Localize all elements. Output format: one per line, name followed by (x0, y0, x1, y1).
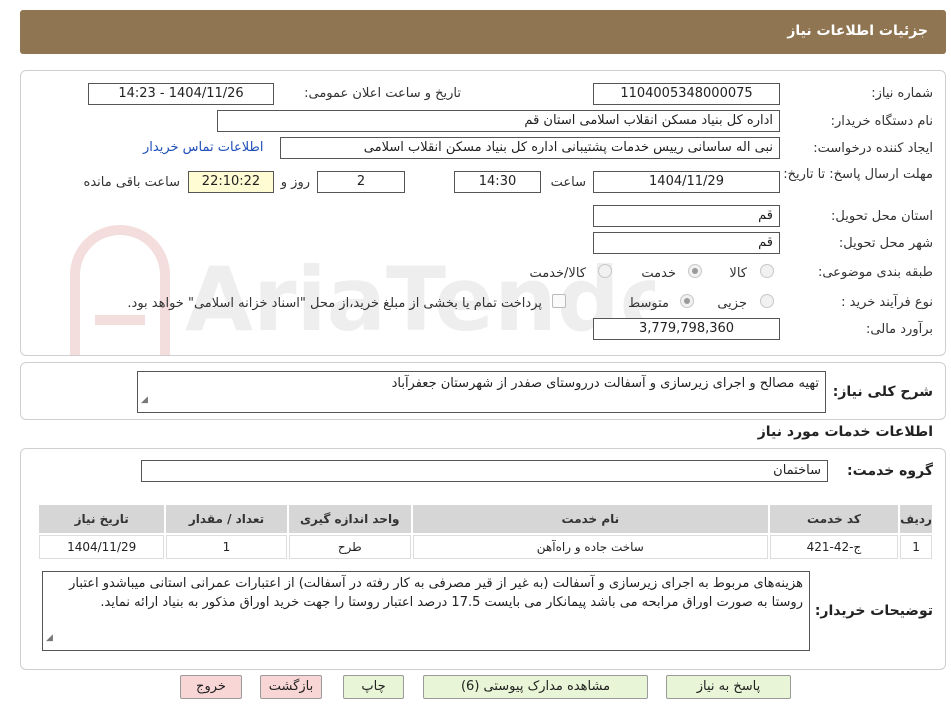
deadline-label: مهلت ارسال پاسخ: تا تاریخ: (783, 167, 933, 182)
category-goods-label: کالا (729, 266, 747, 281)
exit-button[interactable]: خروج (180, 675, 242, 699)
reply-button[interactable]: پاسخ به نیاز (666, 675, 791, 699)
cell-unit: طرح (288, 535, 411, 559)
col-quantity: تعداد / مقدار (166, 505, 287, 533)
deadline-time-label: ساعت (550, 175, 586, 190)
buyer-contact-link[interactable]: اطلاعات تماس خریدار (143, 140, 263, 155)
service-group-field: ساختمان (141, 460, 828, 482)
page-header: جزئیات اطلاعات نیاز (20, 10, 946, 54)
remaining-label: ساعت باقی مانده (83, 175, 180, 190)
cell-quantity: 1 (166, 535, 287, 559)
province-field: قم (593, 205, 780, 227)
creator-field: نبی اله ساسانی رییس خدمات پشتیبانی اداره… (280, 137, 780, 159)
buyer-notes-label: توضیحات خریدار: (814, 603, 933, 619)
col-unit: واحد اندازه گیری (288, 505, 411, 533)
print-button[interactable]: چاپ (343, 675, 404, 699)
announce-label: تاریخ و ساعت اعلان عمومی: (304, 86, 461, 101)
buyer-notes-textarea[interactable]: هزینه‌های مربوط به اجرای زیرسازی و آسفال… (42, 571, 810, 651)
deadline-date-field: 1404/11/29 (593, 171, 780, 193)
budget-label: برآورد مالی: (866, 322, 933, 337)
deadline-time-field: 14:30 (454, 171, 541, 193)
category-both-radio[interactable] (598, 264, 612, 278)
table-row: 1 ج-42-421 ساخت جاده و راه‌آهن طرح 1 140… (39, 535, 932, 559)
buyer-notes-text: هزینه‌های مربوط به اجرای زیرسازی و آسفال… (69, 576, 803, 610)
description-label: شرح کلی نیاز: (832, 384, 933, 400)
col-service-code: کد خدمت (769, 505, 899, 533)
treasury-payment-checkbox[interactable] (552, 294, 566, 308)
resize-handle-icon[interactable]: ◢ (141, 391, 148, 410)
province-label: استان محل تحویل: (831, 209, 933, 224)
service-group-label: گروه خدمت: (847, 463, 933, 479)
category-service-label: خدمت (641, 266, 676, 281)
buyer-org-label: نام دستگاه خریدار: (830, 114, 933, 129)
process-minor-label: جزیی (717, 296, 747, 311)
category-goods-radio[interactable] (760, 264, 774, 278)
need-number-label: شماره نیاز: (871, 86, 933, 101)
col-service-name: نام خدمت (412, 505, 768, 533)
back-button[interactable]: بازگشت (260, 675, 322, 699)
description-text: تهیه مصالح و اجرای زیرسازی و آسفالت دررو… (391, 376, 819, 391)
category-label: طبقه بندی موضوعی: (817, 265, 933, 280)
process-medium-radio[interactable] (680, 294, 694, 308)
table-header-row: ردیف کد خدمت نام خدمت واحد اندازه گیری ت… (39, 505, 932, 533)
description-textarea[interactable]: تهیه مصالح و اجرای زیرسازی و آسفالت دررو… (137, 371, 826, 413)
view-attachments-button[interactable]: مشاهده مدارک پیوستی (6) (423, 675, 648, 699)
process-medium-label: متوسط (628, 296, 669, 311)
cell-service-name: ساخت جاده و راه‌آهن (412, 535, 768, 559)
days-label: روز و (280, 175, 310, 190)
services-title: اطلاعات خدمات مورد نیاز (757, 424, 933, 440)
payment-note: پرداخت تمام یا بخشی از مبلغ خرید،از محل … (127, 296, 542, 311)
resize-handle-icon[interactable]: ◢ (46, 629, 53, 648)
col-need-date: تاریخ نیاز (39, 505, 165, 533)
category-both-label: کالا/خدمت (529, 266, 586, 281)
process-label: نوع فرآیند خرید : (841, 295, 933, 310)
need-number-field: 1104005348000075 (593, 83, 780, 105)
services-table: ردیف کد خدمت نام خدمت واحد اندازه گیری ت… (37, 503, 934, 561)
process-minor-radio[interactable] (760, 294, 774, 308)
cell-service-code: ج-42-421 (769, 535, 899, 559)
announce-field: 1404/11/26 - 14:23 (88, 83, 274, 105)
days-field: 2 (317, 171, 405, 193)
remaining-time-field: 22:10:22 (188, 171, 274, 193)
cell-need-date: 1404/11/29 (39, 535, 165, 559)
category-service-radio[interactable] (688, 264, 702, 278)
buyer-org-field: اداره کل بنیاد مسکن انقلاب اسلامی استان … (217, 110, 780, 132)
city-field: قم (593, 232, 780, 254)
budget-field: 3,779,798,360 (593, 318, 780, 340)
col-row-number: ردیف (900, 505, 932, 533)
cell-row-number: 1 (900, 535, 932, 559)
creator-label: ایجاد کننده درخواست: (813, 141, 933, 156)
city-label: شهر محل تحویل: (838, 236, 933, 251)
page-title: جزئیات اطلاعات نیاز (787, 23, 928, 39)
